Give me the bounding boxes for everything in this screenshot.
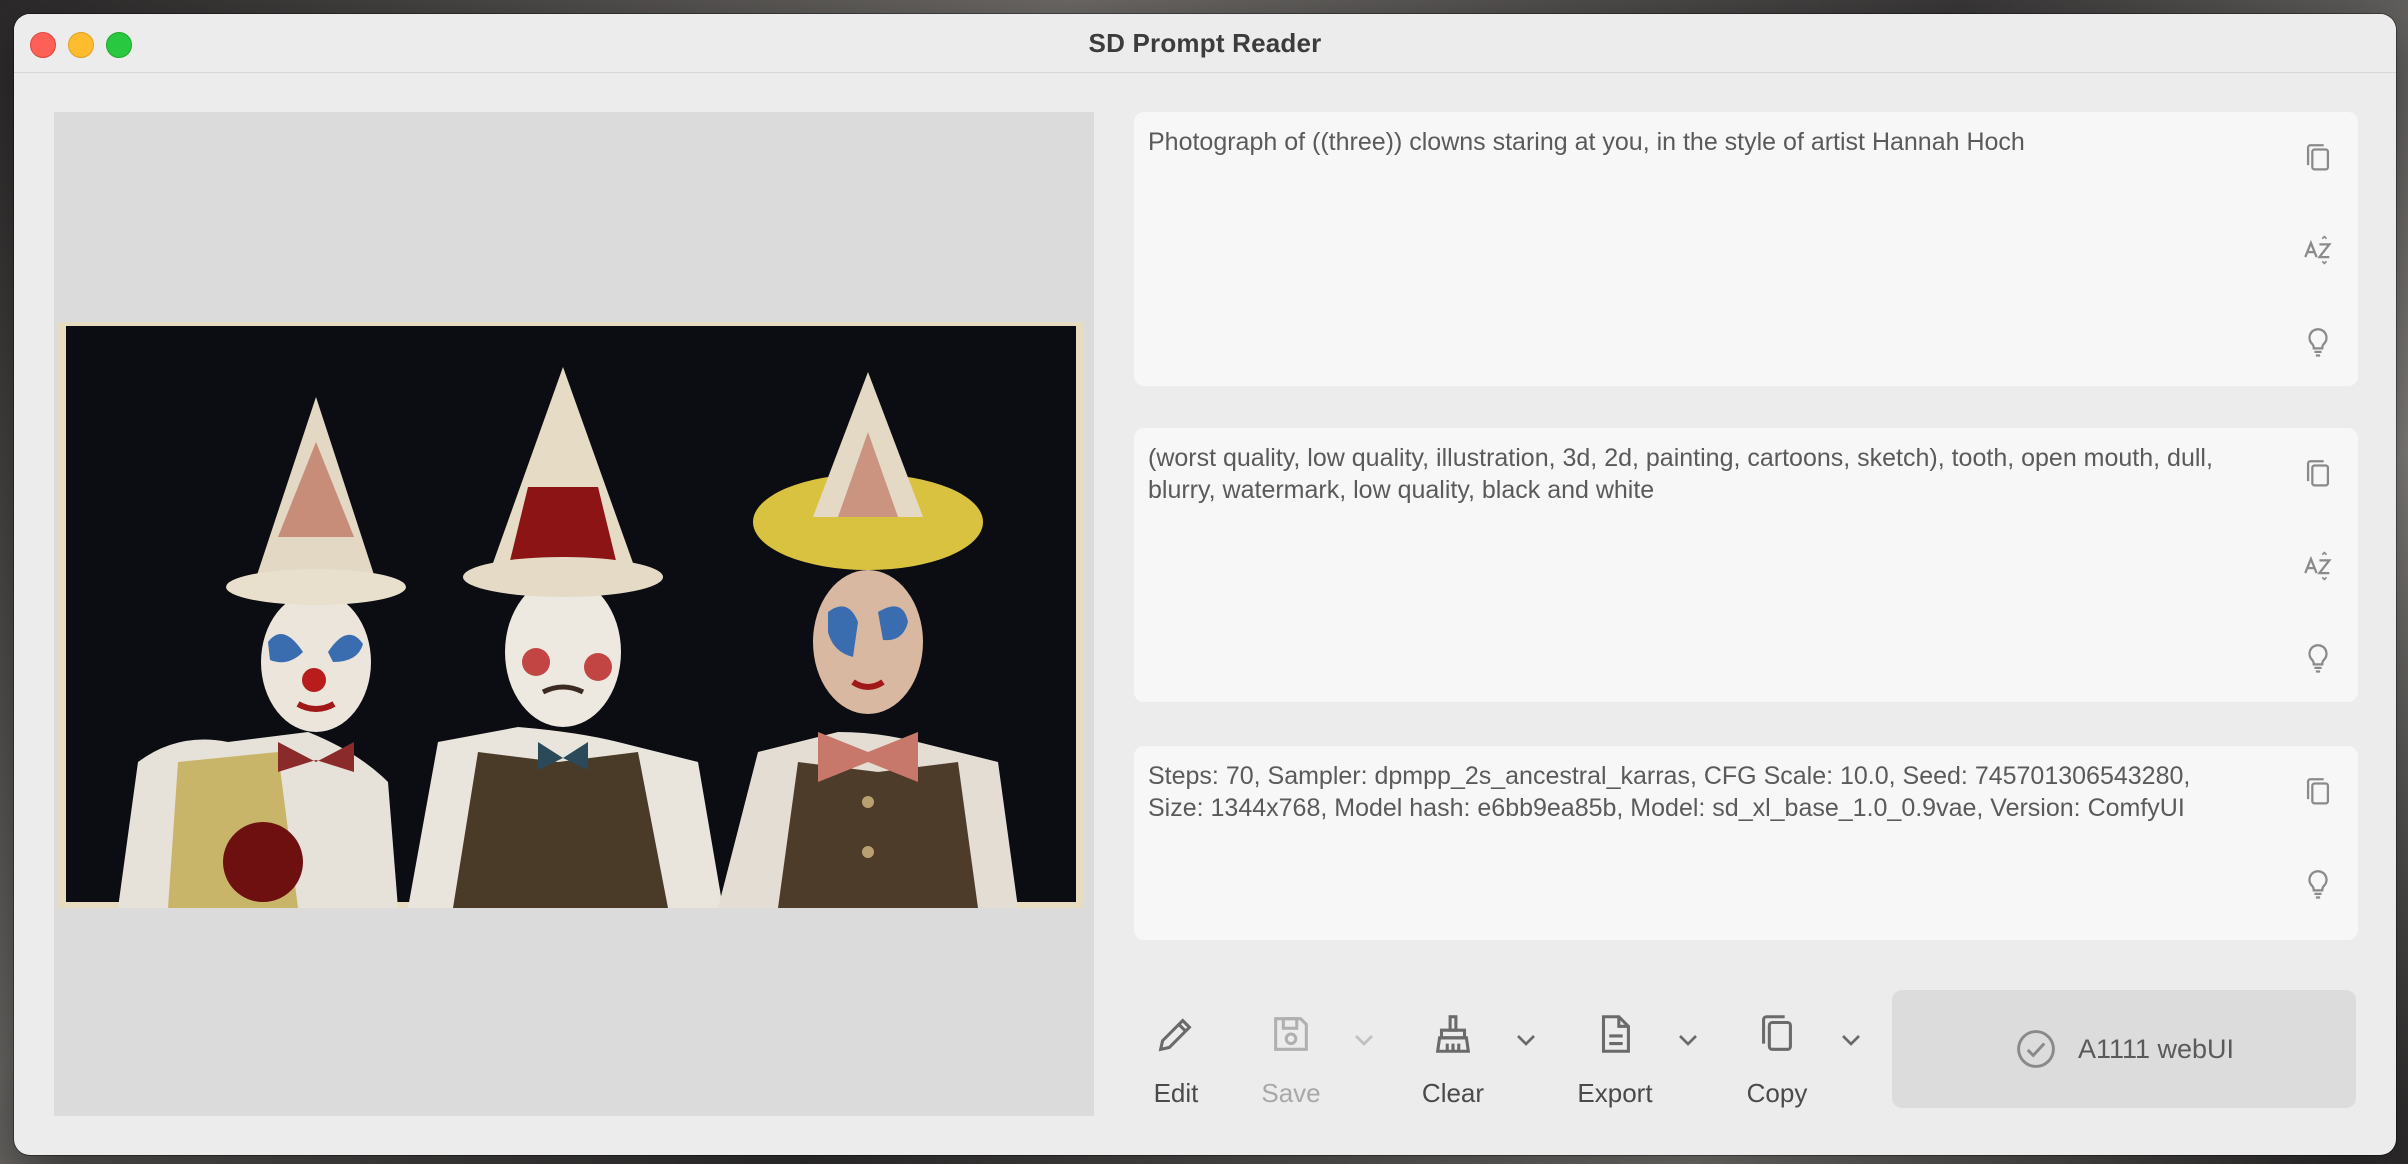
copy-button[interactable]: Copy xyxy=(1727,1004,1827,1109)
lightbulb-icon[interactable] xyxy=(2298,638,2338,678)
broom-icon xyxy=(1403,1004,1503,1064)
clear-options-chevron-icon[interactable] xyxy=(1510,1024,1542,1056)
floppy-disk-icon xyxy=(1241,1004,1341,1064)
copy-icon[interactable] xyxy=(2298,138,2338,178)
image-preview-pane[interactable] xyxy=(54,112,1094,1116)
positive-prompt-text[interactable]: Photograph of ((three)) clowns staring a… xyxy=(1148,126,2228,158)
app-window: SD Prompt Reader Photograph of ((three))… xyxy=(14,14,2396,1155)
checkmark-circle-icon xyxy=(2017,1030,2055,1068)
window-title: SD Prompt Reader xyxy=(1088,28,1322,58)
a1111-webui-button[interactable]: A1111 webUI xyxy=(1892,990,2356,1108)
negative-prompt-box[interactable]: (worst quality, low quality, illustratio… xyxy=(1134,428,2358,702)
a1111-webui-label: A1111 webUI xyxy=(2077,1033,2235,1064)
settings-box[interactable]: Steps: 70, Sampler: dpmpp_2s_ancestral_k… xyxy=(1134,746,2358,940)
clear-button[interactable]: Clear xyxy=(1403,1004,1503,1109)
sort-az-icon[interactable] xyxy=(2298,230,2338,270)
save-label: Save xyxy=(1261,1078,1321,1108)
save-options-chevron-icon[interactable] xyxy=(1348,1024,1380,1056)
copy-icon[interactable] xyxy=(2298,772,2338,812)
positive-prompt-box[interactable]: Photograph of ((three)) clowns staring a… xyxy=(1134,112,2358,386)
pencil-icon xyxy=(1126,1004,1226,1064)
copy-icon[interactable] xyxy=(2298,454,2338,494)
clown-photo xyxy=(58,322,1084,908)
lightbulb-icon[interactable] xyxy=(2298,322,2338,362)
settings-text[interactable]: Steps: 70, Sampler: dpmpp_2s_ancestral_k… xyxy=(1148,760,2228,824)
save-button[interactable]: Save xyxy=(1241,1004,1341,1109)
clear-label: Clear xyxy=(1421,1078,1485,1108)
lightbulb-icon[interactable] xyxy=(2298,864,2338,904)
document-icon xyxy=(1565,1004,1665,1064)
title-bar: SD Prompt Reader xyxy=(14,14,2396,73)
sort-az-icon[interactable] xyxy=(2298,546,2338,586)
negative-prompt-text[interactable]: (worst quality, low quality, illustratio… xyxy=(1148,442,2228,506)
copy-icon xyxy=(1727,1004,1827,1064)
export-options-chevron-icon[interactable] xyxy=(1672,1024,1704,1056)
export-label: Export xyxy=(1577,1078,1653,1108)
edit-button[interactable]: Edit xyxy=(1126,1004,1226,1109)
copy-label: Copy xyxy=(1746,1078,1808,1108)
export-button[interactable]: Export xyxy=(1565,1004,1665,1109)
edit-label: Edit xyxy=(1153,1078,1199,1108)
copy-options-chevron-icon[interactable] xyxy=(1835,1024,1867,1056)
